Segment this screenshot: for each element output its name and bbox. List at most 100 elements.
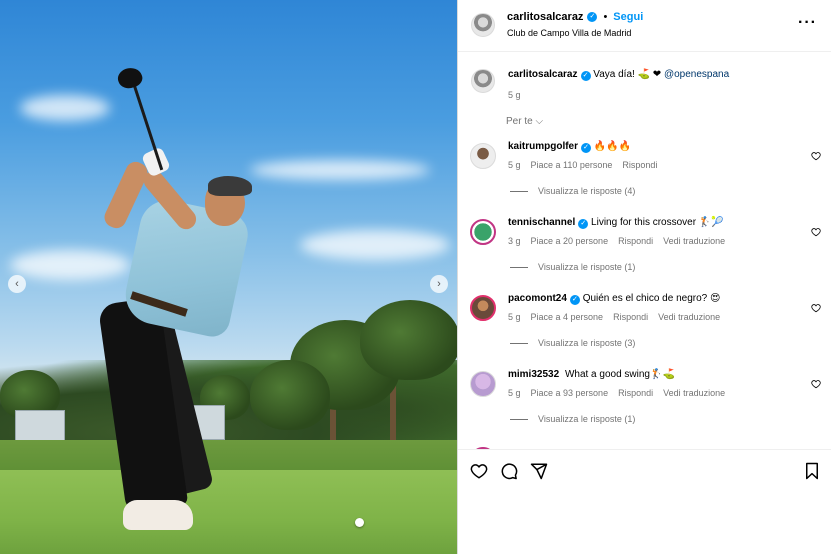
avatar[interactable] bbox=[470, 295, 496, 321]
heart-icon[interactable] bbox=[811, 303, 821, 313]
caption-body: Vaya día! ⛳ ❤ bbox=[593, 69, 662, 80]
tee-box bbox=[0, 470, 457, 554]
comment-meta: 5 g Piace a 4 persone Rispondi Vedi trad… bbox=[508, 312, 720, 322]
post-header: carlitosalcaraz ✓ • Segui Club de Campo … bbox=[458, 0, 831, 52]
verified-badge-icon: ✓ bbox=[578, 219, 589, 229]
comment-time: 5 g bbox=[508, 388, 521, 398]
replies-line bbox=[510, 190, 528, 192]
translate-button[interactable]: Vedi traduzione bbox=[663, 236, 725, 246]
verified-badge-icon: ✓ bbox=[581, 143, 592, 153]
view-replies-button[interactable]: Visualizza le risposte (4) bbox=[510, 186, 635, 196]
view-replies-button[interactable]: Visualizza le risposte (3) bbox=[510, 338, 635, 348]
view-replies-label: Visualizza le risposte (4) bbox=[538, 186, 636, 196]
comment-username[interactable]: pacomont24 bbox=[508, 293, 567, 304]
comment-text: pacomont24 ✓ Quién es el chico de negro? … bbox=[508, 292, 720, 306]
comment-meta: 5 g Piace a 93 persone Rispondi Vedi tra… bbox=[508, 388, 725, 398]
caption-username[interactable]: carlitosalcaraz bbox=[508, 69, 578, 80]
caption-time: 5 g bbox=[508, 90, 521, 100]
comment-text: mimi32532 What a good swing🏌️⛳ bbox=[508, 368, 675, 382]
comment-meta: 3 g Piace a 20 persone Rispondi Vedi tra… bbox=[508, 236, 725, 246]
view-replies-label: Visualizza le risposte (3) bbox=[538, 338, 636, 348]
likes-count[interactable]: Piace a 110 persone bbox=[531, 160, 613, 170]
avatar[interactable] bbox=[470, 219, 496, 245]
comment-username[interactable]: kaitrumpgolfer bbox=[508, 141, 578, 152]
avatar[interactable] bbox=[471, 69, 495, 93]
golfer-shoe bbox=[123, 500, 193, 530]
username-link[interactable]: carlitosalcaraz bbox=[507, 11, 583, 23]
sort-dropdown[interactable]: Per te ⌵ bbox=[506, 116, 543, 127]
comment-body: Living for this crossover 🏌️🎾 bbox=[591, 217, 724, 228]
post-actions-bar bbox=[458, 449, 831, 491]
likes-count[interactable]: Piace a 4 persone bbox=[531, 312, 604, 322]
avatar[interactable] bbox=[470, 143, 496, 169]
translate-button[interactable]: Vedi traduzione bbox=[658, 312, 720, 322]
cloud bbox=[20, 95, 110, 121]
likes-count[interactable]: Piace a 20 persone bbox=[531, 236, 609, 246]
comment-username[interactable]: mimi32532 bbox=[508, 369, 559, 380]
view-replies-button[interactable]: Visualizza le risposte (1) bbox=[510, 414, 635, 424]
header-user-line: carlitosalcaraz ✓ • Segui bbox=[507, 11, 643, 23]
comment-item: tennischannel ✓ Living for this crossover… bbox=[458, 214, 831, 290]
comment-item: pacomont24 ✓ Quién es el chico de negro? … bbox=[458, 290, 831, 366]
caption-text: carlitosalcaraz ✓ Vaya día! ⛳ ❤ @openespa… bbox=[508, 68, 729, 82]
cloud bbox=[300, 230, 450, 260]
view-replies-button[interactable]: Visualizza le risposte (1) bbox=[510, 262, 635, 272]
replies-line bbox=[510, 418, 528, 420]
comment-time: 5 g bbox=[508, 312, 521, 322]
next-image-button[interactable]: › bbox=[430, 275, 448, 293]
comment-item: mimi32532 What a good swing🏌️⛳ 5 g Piace… bbox=[458, 366, 831, 442]
comment-text: kaitrumpgolfer ✓ 🔥🔥🔥 bbox=[508, 140, 631, 154]
verified-badge-icon: ✓ bbox=[569, 295, 580, 305]
likes-count[interactable]: Piace a 93 persone bbox=[531, 388, 609, 398]
separator-dot: • bbox=[603, 11, 608, 23]
cloud bbox=[10, 250, 130, 280]
previous-image-button[interactable]: ‹ bbox=[8, 275, 26, 293]
replies-line bbox=[510, 266, 528, 268]
reply-button[interactable]: Rispondi bbox=[613, 312, 648, 322]
post-image: ‹ › bbox=[0, 0, 457, 554]
sort-label: Per te bbox=[506, 116, 533, 127]
share-icon[interactable] bbox=[530, 462, 548, 480]
comment-body: 🔥🔥🔥 bbox=[593, 141, 632, 152]
heart-icon[interactable] bbox=[811, 227, 821, 237]
comment-item: kaitrumpgolfer ✓ 🔥🔥🔥 5 g Piace a 110 pers… bbox=[458, 138, 831, 214]
translate-button[interactable]: Vedi traduzione bbox=[663, 388, 725, 398]
bookmark-icon[interactable] bbox=[803, 462, 821, 480]
golf-club-head bbox=[115, 64, 145, 92]
heart-icon[interactable] bbox=[470, 462, 488, 480]
comment-text: tennischannel ✓ Living for this crossover… bbox=[508, 216, 724, 230]
chevron-down-icon: ⌵ bbox=[535, 116, 544, 127]
pine-tree bbox=[360, 300, 457, 380]
location-link[interactable]: Club de Campo Villa de Madrid bbox=[507, 28, 631, 38]
reply-button[interactable]: Rispondi bbox=[622, 160, 657, 170]
avatar[interactable] bbox=[471, 13, 495, 37]
comments-list[interactable]: carlitosalcaraz ✓ Vaya día! ⛳ ❤ @openespa… bbox=[458, 52, 831, 449]
comment-username[interactable]: tennischannel bbox=[508, 217, 575, 228]
cloud bbox=[250, 160, 430, 180]
avatar[interactable] bbox=[470, 371, 496, 397]
follow-button[interactable]: Segui bbox=[613, 11, 643, 23]
verified-badge-icon: ✓ bbox=[580, 71, 591, 81]
golfer-hair bbox=[208, 176, 252, 196]
comment-time: 3 g bbox=[508, 236, 521, 246]
post-side-panel: carlitosalcaraz ✓ • Segui Club de Campo … bbox=[457, 0, 831, 554]
more-options-icon[interactable]: ··· bbox=[798, 14, 817, 32]
view-replies-label: Visualizza le risposte (1) bbox=[538, 414, 636, 424]
verified-badge-icon: ✓ bbox=[587, 12, 598, 22]
replies-line bbox=[510, 342, 528, 344]
mention-link[interactable]: @openespana bbox=[664, 69, 729, 80]
pine-tree bbox=[250, 360, 330, 430]
comment-time: 5 g bbox=[508, 160, 521, 170]
comment-item-partial bbox=[458, 442, 831, 449]
comment-icon[interactable] bbox=[500, 462, 518, 480]
comment-body: Quién es el chico de negro? 😍 bbox=[582, 293, 721, 304]
reply-button[interactable]: Rispondi bbox=[618, 236, 653, 246]
view-replies-label: Visualizza le risposte (1) bbox=[538, 262, 636, 272]
comment-meta: 5 g Piace a 110 persone Rispondi bbox=[508, 160, 657, 170]
comment-body: What a good swing🏌️⛳ bbox=[564, 369, 675, 380]
caption-meta: 5 g bbox=[508, 90, 521, 100]
heart-icon[interactable] bbox=[811, 379, 821, 389]
golf-ball bbox=[355, 518, 364, 527]
heart-icon[interactable] bbox=[811, 151, 821, 161]
reply-button[interactable]: Rispondi bbox=[618, 388, 653, 398]
